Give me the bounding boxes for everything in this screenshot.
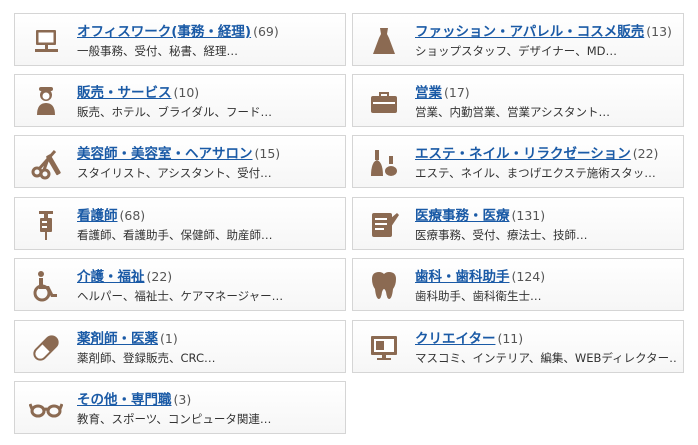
category-subtitle: エステ、ネイル、まつげエクステ施術スタッ… [415,166,656,180]
medical-form-icon [367,208,401,242]
category-subtitle: 看護師、看護助手、保健師、助産師… [77,228,273,242]
category-count: (1) [160,331,178,346]
job-category-grid: オフィスワーク(事務・経理) (69) 一般事務、受付、秘書、経理… ファッション… [0,0,698,445]
monitor-icon [367,331,401,365]
category-title[interactable]: 薬剤師・医薬 [77,331,158,347]
category-subtitle: 営業、内勤営業、営業アシスタント… [415,105,611,119]
category-card-medical-office[interactable]: 医療事務・医療 (131) 医療事務、受付、療法士、技師… [352,197,684,250]
category-card-care-welfare[interactable]: 介護・福祉 (22) ヘルパー、福祉士、ケアマネージャー… [14,258,346,311]
category-count: (17) [444,85,470,100]
category-title[interactable]: クリエイター [415,331,495,347]
category-count: (22) [146,269,173,284]
category-count: (69) [253,24,279,39]
category-title[interactable]: 介護・福祉 [77,269,145,285]
category-count: (22) [632,146,659,161]
category-count: (10) [173,85,200,100]
category-title[interactable]: 看護師 [77,208,118,224]
category-subtitle: 教育、スポーツ、コンピュータ関連… [77,412,272,426]
category-count: (68) [119,208,146,223]
category-title[interactable]: 歯科・歯科助手 [415,269,510,285]
category-title[interactable]: 販売・サービス [77,85,172,101]
category-count: (3) [173,392,192,407]
clerk-icon [29,85,63,119]
syringe-icon [29,208,63,242]
category-title[interactable]: オフィスワーク(事務・経理) [77,24,251,40]
category-card-pharmacist[interactable]: 薬剤師・医薬 (1) 薬剤師、登録販売、CRC… [14,320,346,373]
category-title[interactable]: 営業 [415,85,442,101]
dress-icon [367,24,401,58]
category-card-creator[interactable]: クリエイター (11) マスコミ、インテリア、編集、WEBディレクター… [352,320,684,373]
category-subtitle: スタイリスト、アシスタント、受付… [77,166,272,180]
category-count: (13) [646,24,672,39]
category-card-fashion[interactable]: ファッション・アパレル・コスメ販売 (13) ショップスタッフ、デザイナー、MD… [352,13,684,66]
bottles-icon [367,146,401,180]
category-title[interactable]: ファッション・アパレル・コスメ販売 [415,24,644,40]
category-title[interactable]: エステ・ネイル・リラクゼーション [415,146,631,162]
capsule-icon [29,331,63,365]
category-subtitle: 一般事務、受付、秘書、経理… [77,44,238,58]
category-subtitle: 歯科助手、歯科衛生士… [415,289,542,303]
category-subtitle: 薬剤師、登録販売、CRC… [77,351,216,365]
glasses-icon [29,392,63,426]
category-subtitle: 医療事務、受付、療法士、技師… [415,228,588,242]
briefcase-icon [367,85,401,119]
computer-icon [29,24,63,58]
category-subtitle: 販売、ホテル、ブライダル、フード… [77,105,273,119]
category-subtitle: ショップスタッフ、デザイナー、MD… [415,44,617,58]
category-count: (124) [511,269,546,284]
category-card-sales-service[interactable]: 販売・サービス (10) 販売、ホテル、ブライダル、フード… [14,74,346,127]
tooth-icon [367,269,401,303]
category-card-nurse[interactable]: 看護師 (68) 看護師、看護助手、保健師、助産師… [14,197,346,250]
category-count: (11) [497,331,524,346]
scissors-comb-icon [29,146,63,180]
category-title[interactable]: 美容師・美容室・ヘアサロン [77,146,253,162]
category-count: (15) [254,146,281,161]
category-count: (131) [511,208,546,223]
category-card-sales[interactable]: 営業 (17) 営業、内勤営業、営業アシスタント… [352,74,684,127]
category-card-esthetic[interactable]: エステ・ネイル・リラクゼーション (22) エステ、ネイル、まつげエクステ施術スタ… [352,135,684,188]
category-subtitle: マスコミ、インテリア、編集、WEBディレクター… [415,351,677,365]
category-title[interactable]: 医療事務・医療 [415,208,510,224]
category-card-office[interactable]: オフィスワーク(事務・経理) (69) 一般事務、受付、秘書、経理… [14,13,346,66]
category-title[interactable]: その他・専門職 [77,392,172,408]
category-card-hair-salon[interactable]: 美容師・美容室・ヘアサロン (15) スタイリスト、アシスタント、受付… [14,135,346,188]
wheelchair-icon [29,269,63,303]
category-card-dental[interactable]: 歯科・歯科助手 (124) 歯科助手、歯科衛生士… [352,258,684,311]
category-subtitle: ヘルパー、福祉士、ケアマネージャー… [77,289,284,303]
category-card-other-professional[interactable]: その他・専門職 (3) 教育、スポーツ、コンピュータ関連… [14,381,346,434]
